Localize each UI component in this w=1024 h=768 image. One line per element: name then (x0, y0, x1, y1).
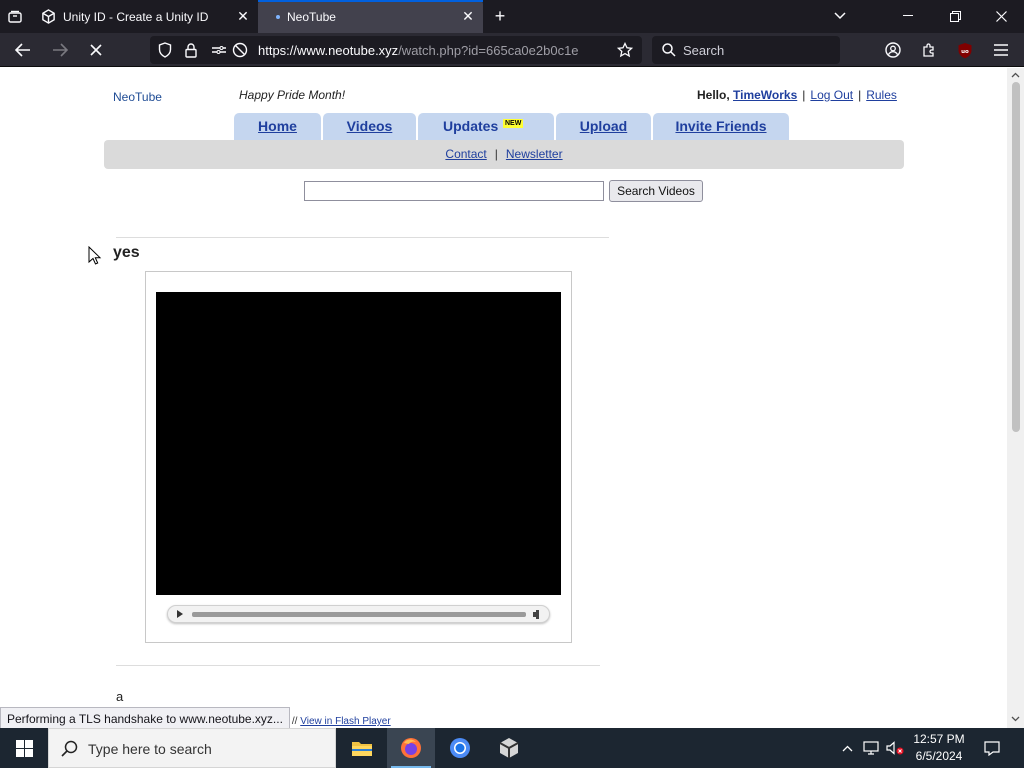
search-videos-button[interactable]: Search Videos (609, 180, 703, 202)
tab-title: NeoTube (287, 10, 336, 24)
list-all-tabs-chevron-icon[interactable] (830, 7, 850, 25)
address-bar[interactable]: https://www.neotube.xyz/watch.php?id=665… (150, 36, 642, 64)
video-links: an // View in Flash Player (278, 716, 391, 727)
link-separator: // (291, 716, 298, 727)
video-screen[interactable] (156, 292, 561, 595)
subnav-separator: | (494, 147, 498, 161)
tab-list-icon[interactable] (4, 7, 26, 27)
sub-navigation: Contact | Newsletter (104, 140, 904, 169)
site-logo[interactable]: NeoTube (113, 90, 162, 104)
unity-hub-icon[interactable] (485, 728, 533, 768)
browser-tab-bar: Unity ID - Create a Unity ID ✕ NeoTube ✕… (0, 0, 1024, 33)
new-badge: NEW (503, 119, 524, 128)
web-page: NeoTube Happy Pride Month! Hello, TimeWo… (0, 68, 1007, 728)
lock-icon[interactable] (182, 41, 200, 59)
divider (116, 237, 609, 238)
unity-logo-icon (41, 9, 56, 24)
user-box: Hello, TimeWorks | Log Out | Rules (697, 88, 897, 102)
divider (116, 665, 600, 666)
contact-link[interactable]: Contact (445, 147, 486, 161)
bookmark-star-icon[interactable] (616, 41, 634, 59)
restore-icon[interactable] (944, 7, 966, 25)
taskbar-search-placeholder: Type here to search (88, 741, 212, 757)
permissions-icon[interactable] (210, 41, 228, 59)
taskbar-search-box[interactable]: Type here to search (48, 728, 336, 768)
search-placeholder: Search (683, 43, 725, 58)
ublock-origin-icon[interactable]: uo (954, 39, 976, 61)
forward-icon[interactable] (49, 39, 71, 61)
hamburger-menu-icon[interactable] (990, 39, 1012, 61)
search-icon (61, 740, 78, 757)
page-scrollbar[interactable] (1007, 68, 1024, 728)
rules-link[interactable]: Rules (866, 88, 897, 102)
tab-updates[interactable]: Updates NEW (418, 113, 554, 140)
network-icon[interactable] (860, 728, 882, 768)
file-explorer-icon[interactable] (338, 728, 386, 768)
windows-taskbar: Type here to search 12:57 PM 6/5/2024 (0, 728, 1024, 768)
scroll-thumb[interactable] (1012, 82, 1020, 432)
username-link[interactable]: TimeWorks (733, 88, 797, 102)
clock-time: 12:57 PM (913, 732, 965, 746)
tab-close-icon[interactable]: ✕ (461, 9, 475, 23)
clock-date: 6/5/2024 (915, 749, 963, 763)
show-hidden-icons-chevron-icon[interactable] (838, 728, 856, 768)
video-player-frame (145, 271, 572, 643)
web-search-bar[interactable]: Search (652, 36, 840, 64)
player-controls (167, 605, 550, 623)
chrome-icon[interactable] (436, 728, 484, 768)
new-tab-icon[interactable]: + (490, 6, 510, 26)
extensions-icon[interactable] (918, 39, 940, 61)
volume-muted-icon[interactable] (884, 728, 906, 768)
scroll-down-icon[interactable] (1011, 716, 1020, 722)
view-in-flash-player-link[interactable]: View in Flash Player (300, 716, 390, 727)
tagline: Happy Pride Month! (239, 88, 346, 102)
taskbar-clock[interactable]: 12:57 PM 6/5/2024 (906, 731, 972, 765)
tab-updates-label: Updates (443, 118, 499, 134)
tracking-protection-shield-icon[interactable] (156, 41, 174, 59)
tab-neotube[interactable]: NeoTube ✕ (258, 0, 483, 33)
volume-icon[interactable] (533, 610, 541, 619)
newsletter-link[interactable]: Newsletter (506, 147, 563, 161)
close-window-icon[interactable] (990, 7, 1012, 25)
back-icon[interactable] (12, 39, 34, 61)
firefox-icon[interactable] (387, 728, 435, 768)
browser-nav-bar: https://www.neotube.xyz/watch.php?id=665… (0, 33, 1024, 67)
seek-bar[interactable] (192, 612, 526, 617)
minimize-icon[interactable] (897, 7, 919, 25)
play-icon[interactable] (177, 610, 183, 618)
stop-loading-icon[interactable] (85, 39, 107, 61)
tab-videos[interactable]: Videos (323, 113, 416, 140)
mouse-cursor-icon (88, 246, 102, 265)
greeting: Hello, (697, 88, 730, 102)
autoplay-blocked-icon[interactable] (231, 41, 249, 59)
account-icon[interactable] (882, 39, 904, 61)
tab-loading-dot-icon (276, 15, 280, 19)
svg-text:uo: uo (961, 49, 969, 55)
tab-home[interactable]: Home (234, 113, 321, 140)
tab-invite-friends[interactable]: Invite Friends (653, 113, 789, 140)
search-icon (660, 41, 678, 59)
video-search-input[interactable] (304, 181, 604, 201)
tab-upload[interactable]: Upload (556, 113, 651, 140)
start-button[interactable] (0, 728, 48, 768)
tab-unity-id[interactable]: Unity ID - Create a Unity ID ✕ (34, 0, 258, 33)
url-text[interactable]: https://www.neotube.xyz/watch.php?id=665… (258, 43, 603, 58)
scroll-up-icon[interactable] (1011, 72, 1020, 78)
video-description: a (116, 689, 124, 704)
windows-logo-icon (15, 739, 33, 757)
tab-title: Unity ID - Create a Unity ID (63, 10, 209, 24)
tab-close-icon[interactable]: ✕ (236, 9, 250, 23)
video-title: yes (113, 244, 140, 261)
notifications-icon[interactable] (978, 728, 1006, 768)
logout-link[interactable]: Log Out (810, 88, 853, 102)
